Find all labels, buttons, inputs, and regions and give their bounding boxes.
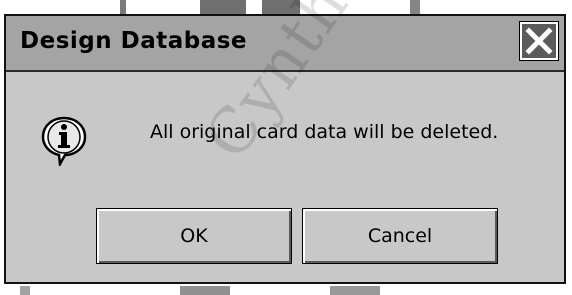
design-database-dialog: Design Database All original card data w… (4, 14, 566, 284)
dialog-titlebar: Design Database (6, 16, 564, 72)
screenshot-canvas: Design Database All original card data w… (0, 0, 572, 295)
dialog-message: All original card data will be deleted. (150, 121, 499, 143)
background-document-top (0, 0, 572, 14)
cancel-button[interactable]: Cancel (302, 208, 498, 264)
close-x-icon (525, 27, 553, 55)
dialog-title: Design Database (20, 28, 248, 54)
close-button[interactable] (519, 21, 559, 61)
info-icon (41, 116, 87, 166)
background-document-bottom (0, 286, 572, 295)
ok-button[interactable]: OK (96, 208, 292, 264)
